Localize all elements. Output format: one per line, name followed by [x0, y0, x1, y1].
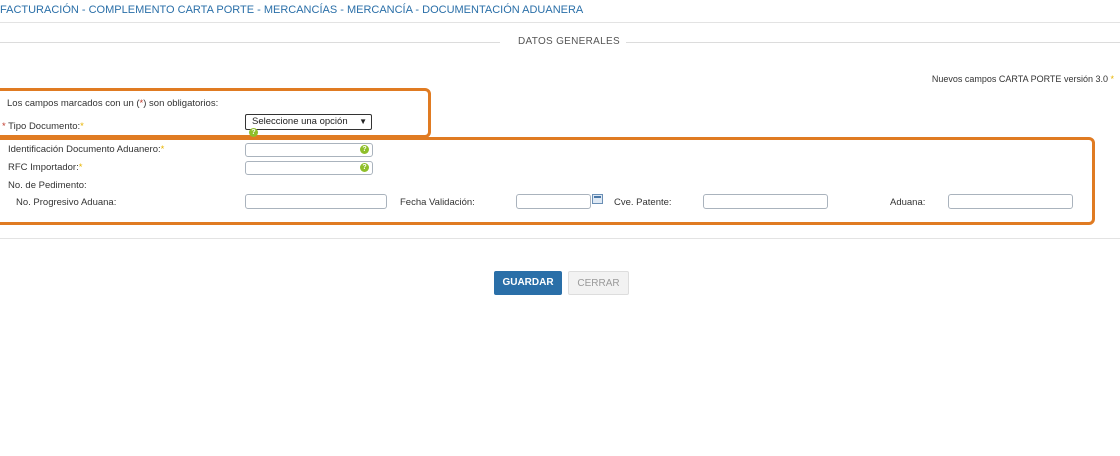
section-title: DATOS GENERALES: [518, 36, 620, 47]
rfc-importador-label: RFC Importador:*: [8, 162, 83, 173]
required-marker: *: [1110, 74, 1114, 84]
help-icon[interactable]: ?: [249, 128, 258, 137]
tipo-documento-select[interactable]: Seleccione una opción ▼: [245, 114, 372, 130]
aduana-label: Aduana:: [890, 197, 926, 208]
breadcrumb: FACTURACIÓN - COMPLEMENTO CARTA PORTE - …: [0, 0, 1120, 23]
no-progresivo-input[interactable]: [245, 194, 387, 209]
section-header: DATOS GENERALES: [0, 34, 1120, 52]
no-progresivo-label: No. Progresivo Aduana:: [16, 197, 117, 208]
chevron-down-icon: ▼: [359, 117, 367, 126]
required-fields-note: Los campos marcados con un (*) son oblig…: [7, 98, 219, 109]
help-icon[interactable]: ?: [360, 145, 369, 154]
calendar-icon[interactable]: [592, 194, 603, 204]
fecha-validacion-label: Fecha Validación:: [400, 197, 475, 208]
cve-patente-input[interactable]: [703, 194, 828, 209]
id-documento-label: Identificación Documento Aduanero:*: [8, 144, 165, 155]
divider: [0, 42, 500, 43]
breadcrumb-text[interactable]: FACTURACIÓN - COMPLEMENTO CARTA PORTE - …: [0, 4, 583, 16]
aduana-input[interactable]: [948, 194, 1073, 209]
divider: [626, 42, 1120, 43]
save-button[interactable]: GUARDAR: [494, 271, 562, 295]
rfc-importador-input[interactable]: [245, 161, 373, 175]
close-button[interactable]: CERRAR: [568, 271, 629, 295]
fecha-validacion-input[interactable]: [516, 194, 591, 209]
divider: [0, 238, 1120, 239]
tipo-documento-label: * Tipo Documento:*: [2, 121, 84, 132]
version-note: Nuevos campos CARTA PORTE versión 3.0 *: [931, 74, 1114, 84]
no-pedimento-label: No. de Pedimento:: [8, 180, 87, 191]
help-icon[interactable]: ?: [360, 163, 369, 172]
id-documento-input[interactable]: [245, 143, 373, 157]
cve-patente-label: Cve. Patente:: [614, 197, 672, 208]
